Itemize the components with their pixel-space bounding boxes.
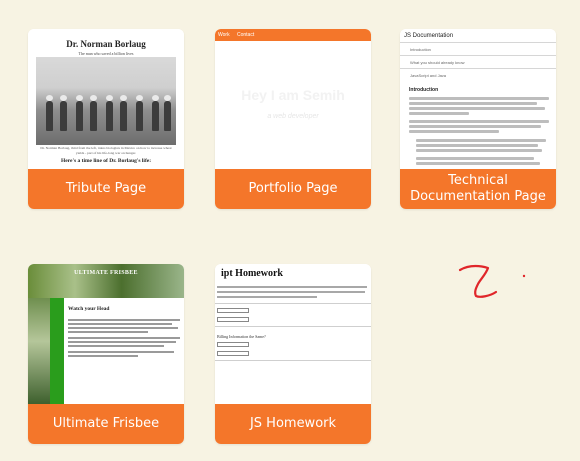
- js-homework-preview-field-label: Billing Information the Same?: [217, 334, 266, 339]
- techdoc-preview-section-heading: Introduction: [409, 87, 439, 93]
- techdoc-preview-nav-item: Introduction: [400, 42, 556, 54]
- tribute-preview-photo-caption: Dr. Norman Borlaug, third from the left,…: [40, 146, 172, 155]
- project-card-ultimate-frisbee[interactable]: ULTIMATE FRISBEE Watch your Head Ultimat…: [28, 264, 184, 444]
- tribute-preview-subtitle: The man who saved a billion lives: [78, 51, 134, 56]
- portfolio-preview-nav-work: Work: [218, 32, 230, 38]
- tribute-preview-timeline-heading: Here's a time line of Dr. Borlaug's life…: [60, 158, 152, 164]
- js-homework-preview-heading: ipt Homework: [221, 268, 283, 279]
- project-card-portfolio[interactable]: Work Contact Hey I am Semih a web develo…: [215, 29, 371, 209]
- ultimate-frisbee-caption[interactable]: Ultimate Frisbee: [28, 404, 184, 444]
- portfolio-preview-nav-contact: Contact: [237, 32, 255, 38]
- portfolio-preview-navbar: Work Contact: [215, 29, 371, 41]
- tribute-preview-title: Dr. Norman Borlaug: [66, 39, 146, 49]
- project-card-technical-documentation[interactable]: JS Documentation Introduction What you s…: [400, 29, 556, 209]
- red-scribble-annotation: [458, 264, 526, 298]
- portfolio-page-caption[interactable]: Portfolio Page: [215, 169, 371, 209]
- techdoc-preview-image: JS Documentation Introduction What you s…: [400, 29, 556, 171]
- techdoc-preview-nav-item: What you should already know: [400, 55, 556, 67]
- frisbee-preview-sidebar-photo: [28, 298, 50, 406]
- portfolio-preview-tagline: a web developer: [267, 113, 319, 120]
- portfolio-preview-image: Work Contact Hey I am Semih a web develo…: [215, 29, 371, 171]
- js-homework-caption[interactable]: JS Homework: [215, 404, 371, 444]
- project-card-tribute[interactable]: Dr. Norman Borlaug The man who saved a b…: [28, 29, 184, 209]
- frisbee-preview-hero-title: ULTIMATE FRISBEE: [74, 270, 138, 276]
- tribute-preview-photo: [36, 57, 176, 145]
- project-card-js-homework[interactable]: ipt Homework Billing Information the Sam…: [215, 264, 371, 444]
- portfolio-preview-headline: Hey I am Semih: [241, 87, 345, 103]
- frisbee-preview-content-heading: Watch your Head: [68, 306, 110, 312]
- frisbee-preview-image: ULTIMATE FRISBEE Watch your Head: [28, 264, 184, 406]
- tribute-page-caption[interactable]: Tribute Page: [28, 169, 184, 209]
- tribute-preview-image: Dr. Norman Borlaug The man who saved a b…: [28, 29, 184, 171]
- js-homework-preview-image: ipt Homework Billing Information the Sam…: [215, 264, 371, 406]
- technical-documentation-caption[interactable]: Technical Documentation Page: [400, 169, 556, 209]
- techdoc-preview-nav-item: JavaScript and Java: [400, 68, 556, 80]
- techdoc-preview-title: JS Documentation: [404, 33, 454, 39]
